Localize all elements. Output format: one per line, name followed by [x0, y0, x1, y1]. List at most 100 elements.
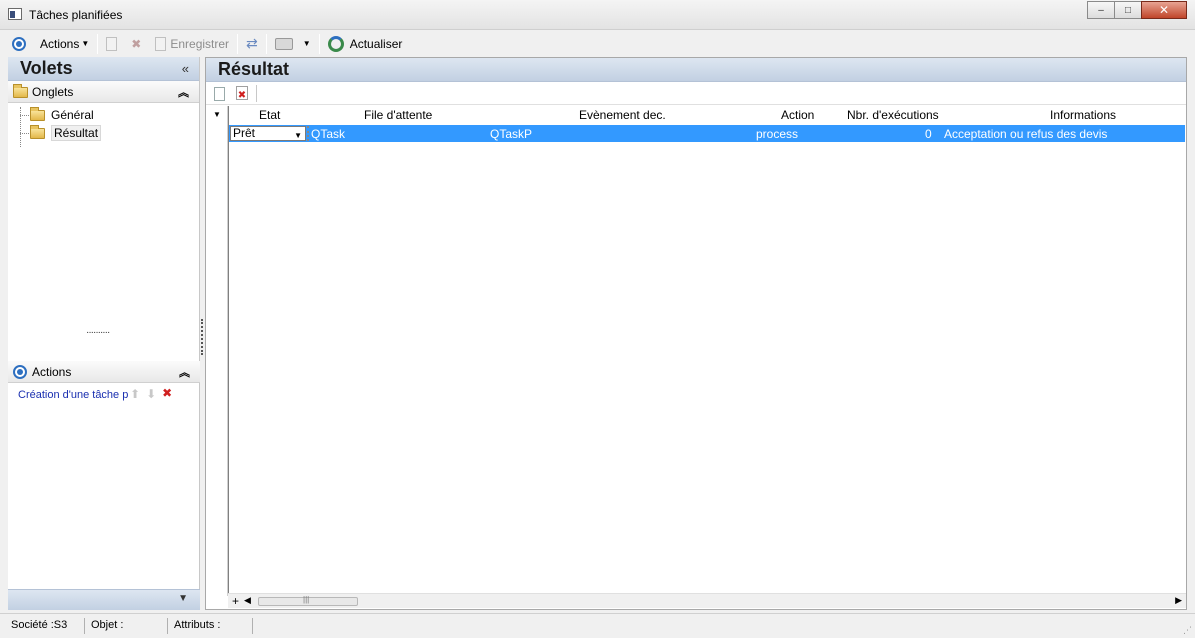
tree-item-resultat[interactable]: Résultat — [30, 124, 102, 141]
sync-icon: ⇄ — [246, 35, 258, 51]
cell-action: process — [756, 127, 799, 141]
delete-row-icon: ✖ — [237, 90, 247, 101]
actions-section: Actions ︽ Création d'une tâche p ⬆ ⬇ ✖ — [8, 361, 200, 407]
scroll-left-icon[interactable]: ◀ — [244, 595, 251, 606]
new-row-icon[interactable] — [214, 87, 225, 101]
cell-queue: QTask — [311, 127, 346, 141]
refresh-button[interactable]: Actualiser — [324, 33, 407, 55]
tree-connector — [20, 115, 29, 116]
grid-toolbar: ✖ — [206, 82, 1186, 105]
column-header-info[interactable]: Informations — [1050, 108, 1116, 122]
etat-dropdown[interactable]: Prêt ▼ — [230, 126, 306, 141]
collapse-pane-icon[interactable]: « — [182, 61, 189, 76]
toolbar-separator — [97, 33, 99, 54]
toolbar-separator — [318, 33, 320, 54]
cell-info: Acceptation ou refus des devis — [944, 127, 1108, 141]
toolbar-separator — [256, 85, 257, 102]
cell-executions: 0 — [925, 127, 932, 141]
column-header-event[interactable]: Evènement dec. — [579, 108, 666, 122]
collapse-section-icon[interactable]: ︽ — [178, 84, 189, 100]
result-pane-header: Résultat — [206, 58, 1186, 82]
window-titlebar: Tâches planifiées – □ ✕ — [0, 0, 1195, 30]
tree-item-label: Résultat — [51, 125, 102, 141]
results-grid: Etat File d'attente Evènement dec. Actio… — [228, 106, 1186, 596]
column-chooser-icon[interactable]: ▼ — [213, 110, 221, 119]
chevron-down-icon[interactable]: ▼ — [178, 593, 188, 604]
chevron-down-icon: ▼ — [302, 39, 311, 48]
save-label: Enregistrer — [170, 36, 230, 51]
refresh-icon — [327, 35, 344, 52]
delete-row-button[interactable]: ✖ — [236, 86, 248, 101]
refresh-label: Actualiser — [349, 36, 403, 51]
minimize-button[interactable]: – — [1087, 1, 1115, 19]
scrollbar-thumb[interactable] — [258, 595, 358, 606]
status-societe: Société :S3 — [8, 618, 85, 634]
column-header-action[interactable]: Action — [781, 108, 814, 122]
move-up-icon[interactable]: ⬆ — [130, 387, 140, 401]
splitter-grip — [201, 319, 203, 355]
toolbar-separator — [265, 33, 267, 54]
left-pane: Volets « Onglets ︽ Général Résultat ····… — [8, 57, 200, 610]
actions-icon — [13, 365, 27, 379]
close-button[interactable]: ✕ — [1141, 1, 1187, 19]
tabs-tree: Général Résultat — [8, 103, 199, 343]
status-objet: Objet : — [88, 618, 168, 634]
actions-menu-label: Actions — [40, 36, 80, 51]
etat-value: Prêt — [233, 126, 256, 140]
printer-icon — [274, 37, 293, 50]
delete-button[interactable]: ✖ — [127, 33, 145, 55]
tree-item-general[interactable]: Général — [30, 106, 94, 123]
section-splitter[interactable]: ·········· — [86, 327, 110, 338]
status-attributs: Attributs : — [171, 618, 253, 634]
left-pane-footer: ▼ — [8, 589, 200, 610]
tree-connector — [20, 107, 21, 147]
maximize-button[interactable]: □ — [1114, 1, 1142, 19]
result-pane-title: Résultat — [218, 59, 290, 79]
chevron-down-icon: ▼ — [81, 39, 90, 48]
tabs-section-header[interactable]: Onglets ︽ — [8, 81, 199, 103]
window-title: Tâches planifiées — [29, 8, 123, 22]
window-controls: – □ ✕ — [1087, 1, 1187, 19]
tabs-section-title: Onglets — [32, 85, 74, 99]
open-folder-icon — [30, 124, 45, 139]
status-bar: Société :S3 Objet : Attributs : ⋰ — [0, 613, 1195, 638]
row-selector-column: ▼ — [208, 106, 228, 596]
main-toolbar: Actions ▼ ✖ Enregistrer ⇄ ▼ Actualiser — [0, 30, 1195, 57]
folder-icon — [30, 106, 45, 121]
cell-gripper — [307, 126, 310, 141]
toolbar-separator — [237, 33, 239, 54]
result-pane: Résultat ✖ ▼ Etat File d'attente Evèneme… — [205, 57, 1187, 610]
folder-icon — [13, 84, 28, 98]
column-header-queue[interactable]: File d'attente — [364, 108, 432, 122]
left-pane-title: Volets — [20, 58, 73, 78]
save-icon — [155, 36, 167, 51]
delete-action-icon[interactable]: ✖ — [162, 387, 172, 401]
chevron-down-icon: ▼ — [294, 131, 302, 140]
left-pane-header: Volets « — [8, 57, 199, 81]
column-header-etat[interactable]: Etat — [259, 108, 280, 122]
tree-connector — [20, 133, 29, 134]
collapse-section-icon[interactable]: ︽ — [179, 364, 190, 380]
actions-section-title: Actions — [32, 365, 72, 379]
resize-grip-icon[interactable]: ⋰ — [1183, 625, 1192, 636]
scroll-right-icon[interactable]: ▶ — [1175, 595, 1182, 606]
delete-icon: ✖ — [131, 36, 142, 51]
cell-event: QTaskP — [490, 127, 533, 141]
actions-menu-button[interactable]: Actions ▼ — [8, 33, 93, 55]
table-row[interactable]: Prêt ▼ QTask QTaskP process 0 Acceptatio… — [229, 125, 1185, 142]
print-button[interactable]: ▼ — [271, 33, 315, 55]
app-icon — [8, 8, 22, 20]
add-row-icon[interactable]: + — [232, 594, 239, 608]
horizontal-scrollbar[interactable]: + ◀ ▶ — [228, 593, 1186, 608]
actions-icon — [12, 36, 26, 51]
move-down-icon[interactable]: ⬇ — [146, 387, 156, 401]
new-document-icon — [106, 36, 118, 51]
actions-section-header[interactable]: Actions ︽ — [8, 361, 200, 383]
tree-item-label: Général — [51, 108, 94, 122]
action-buttons: ⬆ ⬇ ✖ — [130, 387, 172, 401]
sync-button[interactable]: ⇄ — [242, 33, 262, 55]
new-document-button[interactable] — [102, 33, 121, 55]
action-link-create-task[interactable]: Création d'une tâche p — [18, 389, 128, 401]
save-button[interactable]: Enregistrer — [151, 33, 233, 55]
column-header-executions[interactable]: Nbr. d'exécutions — [847, 108, 939, 122]
